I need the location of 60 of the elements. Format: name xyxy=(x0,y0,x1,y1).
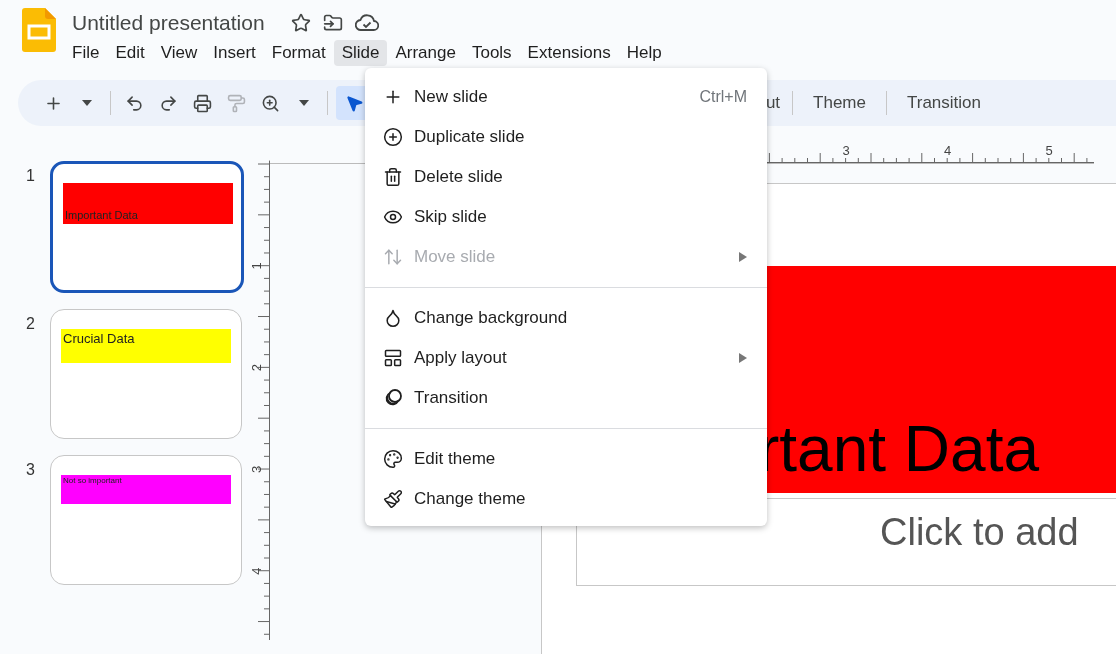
menu-item[interactable]: Tools xyxy=(463,40,520,66)
menu-item[interactable]: Help xyxy=(618,40,670,66)
slide-thumbnail[interactable]: Crucial Data xyxy=(50,309,242,439)
menu-item[interactable]: Slide xyxy=(333,40,388,66)
trash-icon xyxy=(383,167,403,187)
slide-number: 1 xyxy=(26,166,36,186)
slide-thumbnail[interactable]: Not so important xyxy=(50,455,242,585)
menu-option[interactable]: Delete slide xyxy=(365,157,767,197)
slide-thumbnail[interactable]: Important Data xyxy=(50,161,244,293)
cursor-icon xyxy=(344,93,364,113)
circles-icon xyxy=(383,388,403,408)
toolbar-button[interactable]: Transition xyxy=(891,93,997,113)
slide-number: 3 xyxy=(26,460,36,480)
menu-item[interactable]: View xyxy=(152,40,206,66)
layout-icon xyxy=(383,348,403,368)
menu-item[interactable]: Insert xyxy=(205,40,264,66)
caret-icon[interactable] xyxy=(82,100,92,106)
star-icon[interactable] xyxy=(290,13,311,33)
droplet-icon xyxy=(383,308,403,328)
ruler-number: 5 xyxy=(1045,143,1053,158)
shortcut-text: Ctrl+M xyxy=(699,88,747,106)
duplicate-icon xyxy=(383,127,403,147)
menu-option[interactable]: Duplicate slide xyxy=(365,117,767,157)
menu-item[interactable]: Format xyxy=(263,40,334,66)
menu-option[interactable]: Change background xyxy=(365,298,767,338)
undo-icon xyxy=(124,93,144,113)
cloud-check-icon[interactable] xyxy=(354,14,379,32)
arrows-icon xyxy=(383,247,403,267)
toolbar-button[interactable]: Theme xyxy=(797,93,882,113)
ruler-number: 3 xyxy=(248,465,264,473)
ruler-number: 3 xyxy=(842,143,850,158)
menu-item[interactable]: Edit xyxy=(107,40,153,66)
ruler-number: 2 xyxy=(248,364,264,372)
menu-option[interactable]: Transition xyxy=(365,378,767,418)
menu-option[interactable]: New slide Ctrl+M xyxy=(365,77,767,117)
menu-option[interactable]: Apply layout xyxy=(365,338,767,378)
redo-icon xyxy=(158,93,178,113)
ruler-number: 4 xyxy=(248,567,264,575)
move-folder-icon[interactable] xyxy=(322,13,343,33)
menu-item[interactable]: Arrange xyxy=(387,40,464,66)
menu-option[interactable]: Edit theme xyxy=(365,439,767,479)
caret-icon[interactable] xyxy=(299,100,309,106)
slide-text: Important Data xyxy=(65,208,138,223)
slide-text: Not so important xyxy=(63,475,122,485)
eye-icon xyxy=(383,207,403,227)
menu-option[interactable]: Skip slide xyxy=(365,197,767,237)
print-icon xyxy=(192,93,212,113)
menu-item[interactable]: Extensions xyxy=(519,40,619,66)
slide-text: Crucial Data xyxy=(63,330,135,346)
paint-roller-icon xyxy=(226,93,246,113)
zoom-icon xyxy=(260,93,280,113)
document-title[interactable]: Untitled presentation xyxy=(72,8,279,38)
brush-icon xyxy=(383,489,403,509)
menu-item[interactable]: File xyxy=(64,40,108,66)
palette-icon xyxy=(383,449,403,469)
toolbar-button[interactable]: ut xyxy=(765,93,789,113)
ruler-number: 1 xyxy=(248,262,264,270)
subtitle-placeholder: Click to add xyxy=(880,511,1079,553)
slide-number: 2 xyxy=(26,314,36,334)
ruler-number: 4 xyxy=(943,143,952,158)
